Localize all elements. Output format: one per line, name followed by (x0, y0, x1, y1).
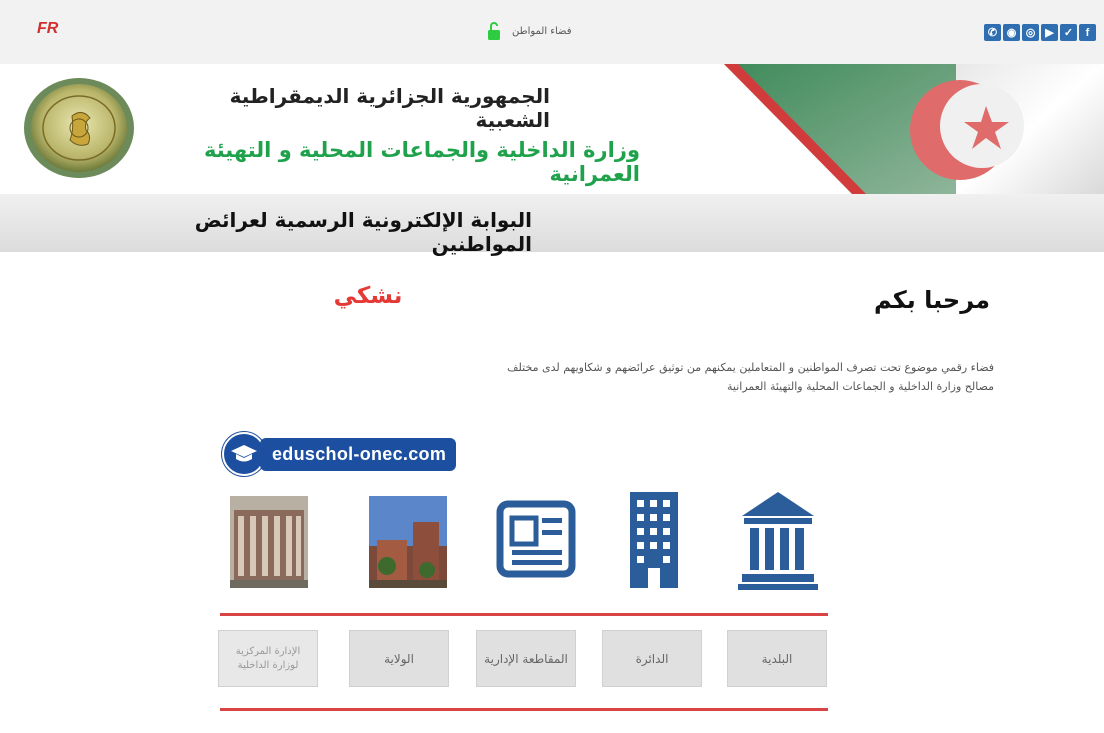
ministry-photo[interactable] (230, 496, 308, 588)
wilaya-button[interactable]: الولاية (349, 630, 449, 687)
social-links: ✆ ◉ ◎ ▶ ✓ f (984, 24, 1096, 41)
office-building-icon[interactable] (624, 490, 704, 590)
facebook-icon[interactable]: f (1079, 24, 1096, 41)
daira-button[interactable]: الدائرة (602, 630, 702, 687)
welcome-heading: مرحبا بكم (873, 286, 990, 314)
watermark-text: eduschol-onec.com (260, 437, 457, 471)
divider-top (220, 613, 828, 616)
instagram-icon[interactable]: ◎ (1022, 24, 1039, 41)
ministry-title: وزارة الداخلية والجماعات المحلية و التهي… (203, 138, 640, 186)
rss-icon[interactable]: ◉ (1003, 24, 1020, 41)
description-line-2: مصالح وزارة الداخلية و الجماعات المحلية … (726, 380, 994, 393)
watermark-badge: eduschol-onec.com (222, 430, 457, 478)
commune-button[interactable]: البلدية (727, 630, 827, 687)
national-seal-logo (24, 78, 134, 178)
lock-open-icon (488, 22, 500, 40)
portal-banner: البوابة الإلكترونية الرسمية لعرائض الموا… (0, 194, 1104, 256)
youtube-icon[interactable]: ▶ (1041, 24, 1058, 41)
language-switch-link[interactable]: FR (37, 20, 58, 38)
bank-building-icon[interactable] (738, 490, 818, 590)
central-administration-button[interactable]: الإدارة المركزية لوزارة الداخلية (218, 630, 318, 687)
administrative-district-button[interactable]: المقاطعة الإدارية (476, 630, 576, 687)
republic-title: الجمهورية الجزائرية الديمقراطية الشعبية (229, 84, 550, 132)
whatsapp-icon[interactable]: ✆ (984, 24, 1001, 41)
description-line-1: فضاء رقمي موضوع تحت تصرف المواطنين و الم… (507, 361, 994, 374)
algerian-flag-banner (724, 64, 1104, 194)
portal-title: البوابة الإلكترونية الرسمية لعرائض الموا… (194, 208, 532, 256)
wilaya-photo[interactable] (369, 496, 447, 588)
top-bar: FR فضاء المواطن ✆ ◉ ◎ ▶ ✓ f (0, 0, 1104, 64)
divider-bottom (220, 708, 828, 711)
newspaper-icon[interactable] (496, 490, 576, 590)
citizen-space-link[interactable]: فضاء المواطن (488, 22, 572, 40)
twitter-icon[interactable]: ✓ (1060, 24, 1077, 41)
citizen-space-label: فضاء المواطن (512, 25, 572, 37)
complain-link[interactable]: نشكي (328, 283, 408, 309)
site-description: فضاء رقمي موضوع تحت تصرف المواطنين و الم… (440, 358, 994, 396)
